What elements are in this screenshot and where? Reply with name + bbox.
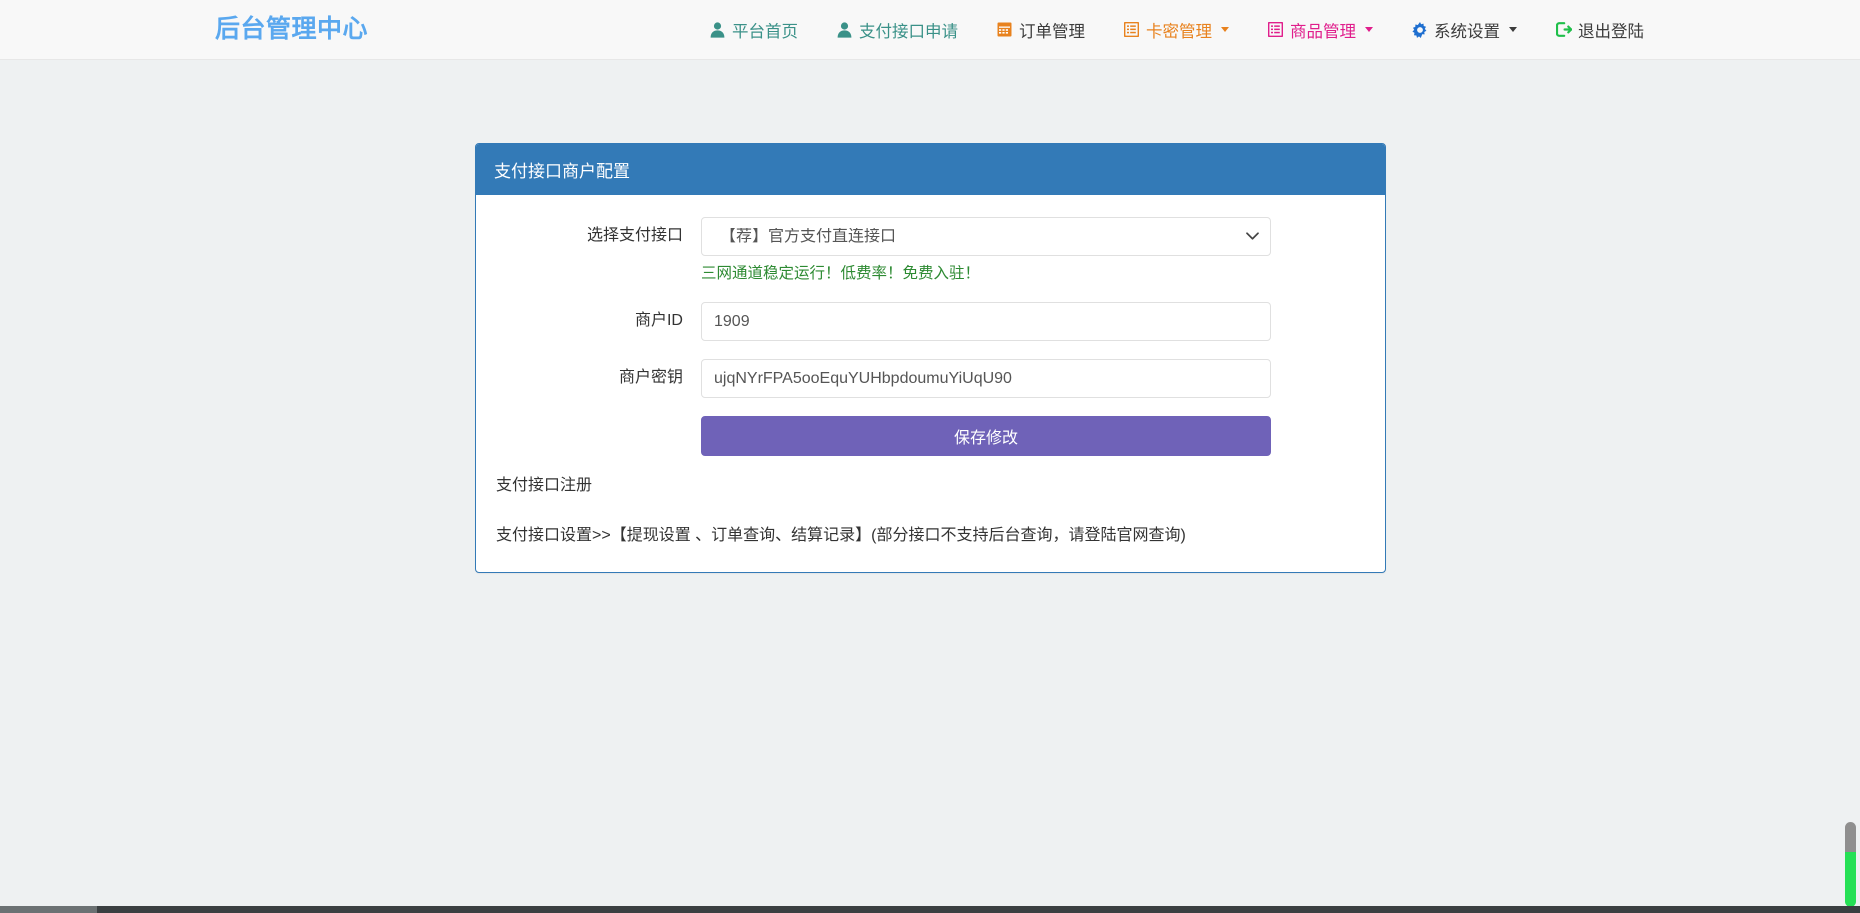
list-icon	[1123, 21, 1140, 38]
nav-item-5[interactable]: 系统设置	[1392, 18, 1536, 42]
nav-item-0[interactable]: 平台首页	[690, 18, 817, 42]
chevron-down-icon	[1509, 27, 1517, 32]
list-icon	[1267, 21, 1284, 38]
save-spacer	[496, 416, 701, 425]
save-button[interactable]: 保存修改	[701, 416, 1271, 456]
signout-icon	[1555, 21, 1572, 38]
nav-item-label: 系统设置	[1434, 18, 1500, 42]
nav-item-3[interactable]: 卡密管理	[1104, 18, 1248, 42]
top-navbar: 后台管理中心 平台首页 支付接口申请 订单管理 卡密管理 商品管理 系统设置 退出登陆	[0, 0, 1860, 60]
interface-help-text: 三网通道稳定运行！低费率！免费入驻！	[701, 264, 1271, 284]
horizontal-scrollbar-thumb[interactable]	[0, 906, 97, 913]
merchant-id-control	[701, 302, 1365, 341]
interface-label: 选择支付接口	[496, 217, 701, 245]
merchant-key-control	[701, 359, 1365, 398]
main-navigation: 平台首页 支付接口申请 订单管理 卡密管理 商品管理 系统设置 退出登陆	[690, 18, 1663, 42]
payment-interface-config-panel: 支付接口商户配置 选择支付接口 【荐】官方支付直连接口 三网通道稳定运行！低费率…	[475, 143, 1386, 573]
scrollbar-thumb-upper[interactable]	[1845, 822, 1856, 852]
nav-item-4[interactable]: 商品管理	[1248, 18, 1392, 42]
chevron-down-icon	[1221, 27, 1229, 32]
form-row-save: 保存修改	[496, 416, 1365, 456]
merchant-id-input[interactable]	[701, 302, 1271, 341]
register-link[interactable]: 支付接口注册	[496, 474, 1365, 498]
nav-item-1[interactable]: 支付接口申请	[817, 18, 977, 42]
scrollbar-thumb-lower[interactable]	[1845, 852, 1856, 907]
merchant-id-label: 商户ID	[496, 302, 701, 330]
nav-item-6[interactable]: 退出登陆	[1536, 18, 1663, 42]
nav-item-label: 商品管理	[1290, 18, 1356, 42]
page-content: 支付接口商户配置 选择支付接口 【荐】官方支付直连接口 三网通道稳定运行！低费率…	[0, 60, 1860, 913]
gear-icon	[1411, 21, 1428, 38]
settings-link[interactable]: 支付接口设置>>【提现设置 、订单查询、结算记录】(部分接口不支持后台查询，请登…	[496, 524, 1365, 548]
merchant-key-label: 商户密钥	[496, 359, 701, 387]
nav-item-label: 支付接口申请	[859, 18, 958, 42]
payment-interface-select[interactable]: 【荐】官方支付直连接口	[701, 217, 1271, 256]
nav-item-2[interactable]: 订单管理	[977, 18, 1104, 42]
save-control: 保存修改	[701, 416, 1365, 456]
nav-item-label: 平台首页	[732, 18, 798, 42]
panel-title: 支付接口商户配置	[476, 144, 1385, 195]
form-row-interface: 选择支付接口 【荐】官方支付直连接口 三网通道稳定运行！低费率！免费入驻！	[496, 217, 1365, 284]
nav-item-label: 卡密管理	[1146, 18, 1212, 42]
interface-control: 【荐】官方支付直连接口 三网通道稳定运行！低费率！免费入驻！	[701, 217, 1365, 284]
nav-item-label: 订单管理	[1019, 18, 1085, 42]
nav-item-label: 退出登陆	[1578, 18, 1644, 42]
panel-body: 选择支付接口 【荐】官方支付直连接口 三网通道稳定运行！低费率！免费入驻！ 商户…	[476, 195, 1385, 572]
user-icon	[836, 21, 853, 38]
calendar-icon	[996, 21, 1013, 38]
vertical-scrollbar[interactable]	[1845, 822, 1856, 907]
merchant-key-input[interactable]	[701, 359, 1271, 398]
chevron-down-icon	[1365, 27, 1373, 32]
horizontal-scrollbar[interactable]	[0, 906, 1860, 913]
form-row-merchant-id: 商户ID	[496, 302, 1365, 341]
brand-logo[interactable]: 后台管理中心	[215, 17, 368, 42]
form-row-merchant-key: 商户密钥	[496, 359, 1365, 398]
user-icon	[709, 21, 726, 38]
